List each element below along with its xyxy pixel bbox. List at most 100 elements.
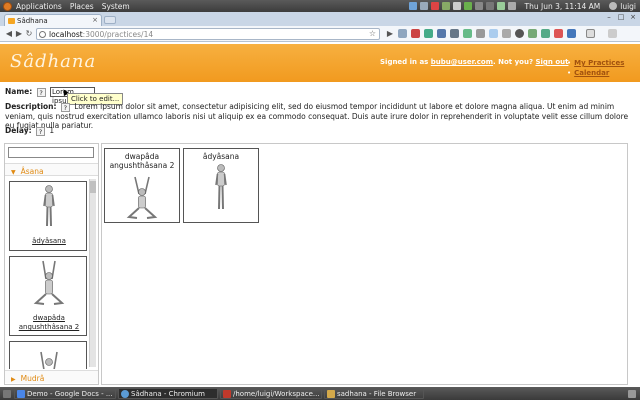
go-icon[interactable]: ▶ [385, 29, 395, 39]
record-extension-icon[interactable] [515, 29, 524, 38]
trash-icon[interactable] [628, 390, 636, 398]
my-practices-link[interactable]: My Practices [574, 59, 624, 67]
kneeling-pose-figure [126, 176, 158, 219]
user-name[interactable]: luigi [620, 2, 636, 11]
tab-sadhana[interactable]: Sâdhana × [4, 14, 102, 26]
web-page: Sâdhana Signed in as bubu@user.com. Not … [0, 42, 640, 387]
sign-out-link[interactable]: Sign out [535, 58, 568, 66]
name-label: Name: [5, 87, 33, 96]
mail-icon[interactable] [452, 2, 461, 10]
pose-palette: ▼ Âsana âdyâsana dwapâda angushthâsana 2… [4, 143, 99, 385]
site-logo[interactable]: Sâdhana [10, 51, 96, 72]
practice-card-adyasana[interactable]: âdyâsana [183, 148, 259, 223]
volume-icon[interactable] [507, 2, 516, 10]
signed-prefix: Signed in as [380, 58, 431, 66]
calendar-extension-icon[interactable] [437, 29, 446, 38]
tool-extension-icon[interactable] [502, 29, 511, 38]
taskbar: Demo - Google Docs - ... Sâdhana - Chrom… [0, 387, 640, 400]
calendar-link[interactable]: Calendar [574, 69, 609, 77]
task-google-docs[interactable]: Demo - Google Docs - ... [14, 388, 116, 399]
facebook-extension-icon[interactable] [567, 29, 576, 38]
bluetooth-icon[interactable] [474, 2, 483, 10]
gmail-icon[interactable] [430, 2, 439, 10]
description-help-icon[interactable]: ? [60, 102, 70, 112]
description-label: Description: [5, 102, 57, 111]
extension-icon[interactable] [398, 29, 407, 38]
feed-extension-icon[interactable] [528, 29, 537, 38]
collapse-arrow-icon: ▼ [11, 169, 16, 176]
palette-card-partial[interactable] [9, 341, 87, 369]
clock[interactable]: Thu Jun 3, 11:14 AM [525, 2, 601, 11]
pen-extension-icon[interactable] [476, 29, 485, 38]
name-help-icon[interactable]: ? [36, 87, 46, 97]
docs-extension-icon[interactable] [424, 29, 433, 38]
site-header: Sâdhana Signed in as bubu@user.com. Not … [0, 44, 640, 82]
palette-search-input[interactable] [8, 147, 94, 158]
scrollbar-thumb[interactable] [90, 181, 96, 193]
palette-card-dwapada[interactable]: dwapâda angushthâsana 2 [9, 256, 87, 336]
palette-card-name: âdyâsana [32, 237, 66, 245]
system-tray: Thu Jun 3, 11:14 AM luigi [408, 0, 636, 12]
favicon-icon [8, 18, 15, 24]
wrench-menu-icon[interactable] [608, 29, 617, 38]
chat-extension-icon[interactable] [541, 29, 550, 38]
show-desktop-icon[interactable] [3, 390, 11, 398]
battery-icon[interactable] [496, 2, 505, 10]
docs-icon [17, 390, 25, 398]
delay-help-icon[interactable]: ? [36, 126, 45, 136]
task-file-browser[interactable]: sadhana - File Browser [324, 388, 424, 399]
chromium-icon [121, 390, 129, 398]
notification-extension-icon[interactable] [554, 29, 563, 38]
address-bar[interactable]: localhost:3000/practices/14 ☆ [36, 28, 380, 40]
not-you-text: . Not you? [493, 58, 536, 66]
tab-title: Sâdhana [17, 17, 48, 25]
wifi-icon[interactable] [485, 2, 494, 10]
palette-scrollbar[interactable] [89, 179, 96, 367]
tab-close-icon[interactable]: × [92, 16, 98, 24]
menu-applications[interactable]: Applications [16, 2, 62, 11]
forward-icon[interactable]: ▶ [14, 29, 24, 39]
section-asana[interactable]: ▼ Âsana [5, 163, 98, 176]
maximize-icon[interactable]: □ [616, 13, 626, 22]
ubuntu-logo-icon[interactable] [3, 1, 12, 11]
screenshot-extension-icon[interactable] [450, 29, 459, 38]
folder-icon [327, 390, 335, 398]
weather-extension-icon[interactable] [489, 29, 498, 38]
gmail-extension-icon[interactable] [411, 29, 420, 38]
minimize-icon[interactable]: – [604, 13, 614, 22]
practice-sequence[interactable]: dwapâda angushthâsana 2 âdyâsana [101, 143, 628, 385]
url-path: :3000/practices/14 [82, 30, 154, 39]
new-tab-button[interactable] [104, 16, 116, 24]
reload-icon[interactable]: ↻ [24, 29, 34, 39]
translate-extension-icon[interactable] [463, 29, 472, 38]
update-icon[interactable] [441, 2, 450, 10]
chat-icon[interactable] [463, 2, 472, 10]
menu-system[interactable]: System [102, 2, 130, 11]
delay-field: Delay: ? 1 [5, 126, 54, 136]
palette-card-adyasana[interactable]: âdyâsana [9, 181, 87, 251]
task-workspace[interactable]: /home/luigi/Workspace... [220, 388, 322, 399]
menu-places[interactable]: Places [70, 2, 94, 11]
url-host: localhost [49, 30, 83, 39]
practice-card-dwapada[interactable]: dwapâda angushthâsana 2 [104, 148, 180, 223]
globe-icon [39, 31, 46, 38]
user-email-link[interactable]: bubu@user.com [431, 58, 493, 66]
delay-value[interactable]: 1 [49, 126, 54, 135]
bookmark-star-icon[interactable]: ☆ [369, 29, 376, 38]
network-icon[interactable] [419, 2, 428, 10]
browser-toolbar: ◀ ▶ ↻ localhost:3000/practices/14 ☆ ▶ [0, 26, 640, 42]
section-mudra[interactable]: ▶ Mudrâ [5, 370, 98, 383]
dropbox-icon[interactable] [408, 2, 417, 10]
window-close-icon[interactable]: × [628, 13, 638, 22]
standing-pose-figure [43, 185, 55, 227]
page-menu-icon[interactable] [586, 29, 595, 38]
description-text[interactable]: Lorem ipsum dolor sit amet, consectetur … [5, 102, 628, 130]
power-icon[interactable] [609, 2, 618, 10]
back-icon[interactable]: ◀ [4, 29, 14, 39]
standing-pose-figure [215, 164, 227, 210]
expand-arrow-icon: ▶ [11, 376, 16, 383]
rubymine-icon [223, 390, 231, 398]
section-mudra-label: Mudrâ [20, 374, 45, 383]
description-field: Description: ? Lorem ipsum dolor sit ame… [5, 102, 635, 131]
task-chromium[interactable]: Sâdhana - Chromium [118, 388, 218, 399]
